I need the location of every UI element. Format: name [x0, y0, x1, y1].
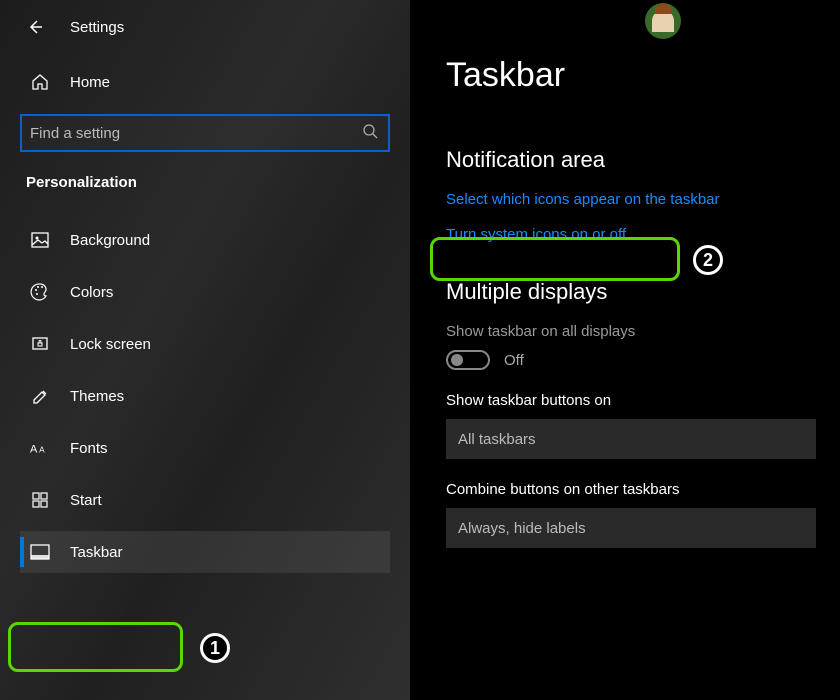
svg-text:A: A — [30, 444, 38, 456]
home-icon — [30, 72, 50, 92]
link-system-icons[interactable]: Turn system icons on or off — [446, 226, 820, 243]
show-buttons-dropdown[interactable]: All taskbars — [446, 419, 816, 459]
combine-buttons-dropdown[interactable]: Always, hide labels — [446, 508, 816, 548]
svg-text:A: A — [39, 446, 45, 455]
show-taskbar-toggle-row: Off — [446, 350, 820, 370]
taskbar-icon — [30, 542, 50, 562]
themes-icon — [30, 386, 50, 406]
search-input-wrapper[interactable] — [20, 114, 390, 152]
search-icon — [362, 123, 378, 144]
sidebar-item-start[interactable]: Start — [20, 479, 390, 521]
nav-label: Colors — [70, 284, 113, 301]
category-title: Personalization — [26, 174, 390, 191]
settings-sidebar: Settings Home Personalization Background… — [0, 0, 410, 700]
page-title: Taskbar — [446, 56, 820, 95]
sidebar-item-lockscreen[interactable]: Lock screen — [20, 323, 390, 365]
sidebar-item-fonts[interactable]: AA Fonts — [20, 427, 390, 469]
home-label: Home — [70, 74, 110, 91]
show-taskbar-toggle[interactable] — [446, 350, 490, 370]
toggle-state-label: Off — [504, 352, 524, 369]
notification-area-heading: Notification area — [446, 147, 820, 173]
sidebar-item-themes[interactable]: Themes — [20, 375, 390, 417]
nav-label: Start — [70, 492, 102, 509]
nav-label: Background — [70, 232, 150, 249]
back-arrow-icon[interactable] — [26, 18, 44, 36]
sidebar-item-colors[interactable]: Colors — [20, 271, 390, 313]
start-icon — [30, 490, 50, 510]
lockscreen-icon — [30, 334, 50, 354]
show-buttons-label: Show taskbar buttons on — [446, 392, 820, 409]
sidebar-header: Settings — [20, 18, 390, 36]
multiple-displays-heading: Multiple displays — [446, 279, 820, 305]
link-select-icons[interactable]: Select which icons appear on the taskbar — [446, 191, 820, 208]
avatar[interactable] — [645, 3, 681, 39]
main-panel: Taskbar Notification area Select which i… — [410, 0, 840, 700]
nav-label: Taskbar — [70, 544, 123, 561]
nav-label: Fonts — [70, 440, 108, 457]
nav-label: Themes — [70, 388, 124, 405]
nav-label: Lock screen — [70, 336, 151, 353]
sidebar-item-background[interactable]: Background — [20, 219, 390, 261]
annotation-badge-2: 2 — [693, 245, 723, 275]
combine-buttons-label: Combine buttons on other taskbars — [446, 481, 820, 498]
fonts-icon: AA — [30, 438, 50, 458]
sidebar-item-home[interactable]: Home — [20, 64, 390, 100]
app-title: Settings — [70, 19, 124, 36]
palette-icon — [30, 282, 50, 302]
annotation-badge-1: 1 — [200, 633, 230, 663]
show-taskbar-all-displays-label: Show taskbar on all displays — [446, 323, 820, 340]
search-input[interactable] — [30, 125, 362, 142]
sidebar-item-taskbar[interactable]: Taskbar — [20, 531, 390, 573]
picture-icon — [30, 230, 50, 250]
